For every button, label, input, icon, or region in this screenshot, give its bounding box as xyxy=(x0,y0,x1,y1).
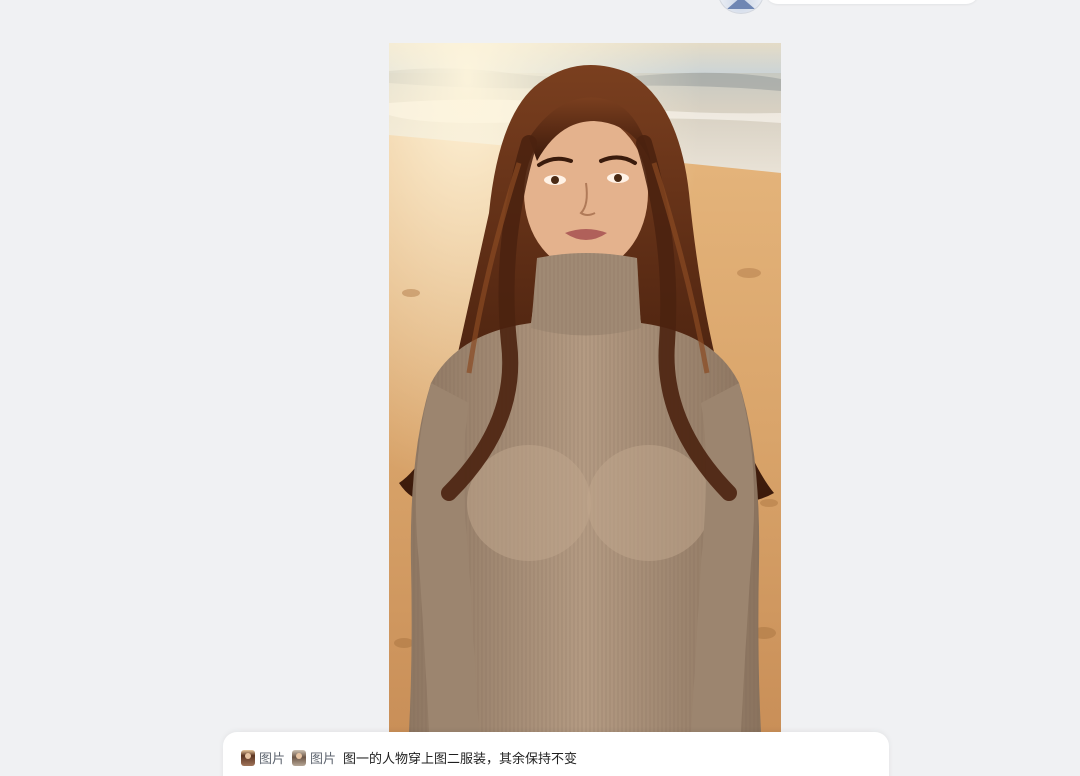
image-reference-chip-1[interactable]: 图片 xyxy=(241,748,285,767)
avatar-icon xyxy=(727,0,755,9)
prompt-row: 图片 图片 图一的人物穿上图二服装，其余保持不变 xyxy=(241,748,577,767)
generated-image-graphic xyxy=(389,43,781,732)
generated-image[interactable] xyxy=(389,43,781,732)
clothing-thumbnail-icon xyxy=(292,749,307,766)
chat-page: 图片 图片 图一的人物穿上图二服装，其余保持不变 xyxy=(0,0,1080,776)
person-thumbnail-icon xyxy=(241,749,255,766)
image-reference-label-1: 图片 xyxy=(259,752,286,767)
prompt-bar[interactable]: 图片 图片 图一的人物穿上图二服装，其余保持不变 xyxy=(223,732,889,776)
user-avatar[interactable] xyxy=(718,0,764,14)
top-message-bubble xyxy=(765,0,979,4)
image-reference-label-2: 图片 xyxy=(310,752,337,767)
image-reference-chip-2[interactable]: 图片 xyxy=(292,748,336,767)
prompt-text: 图一的人物穿上图二服装，其余保持不变 xyxy=(343,752,578,767)
